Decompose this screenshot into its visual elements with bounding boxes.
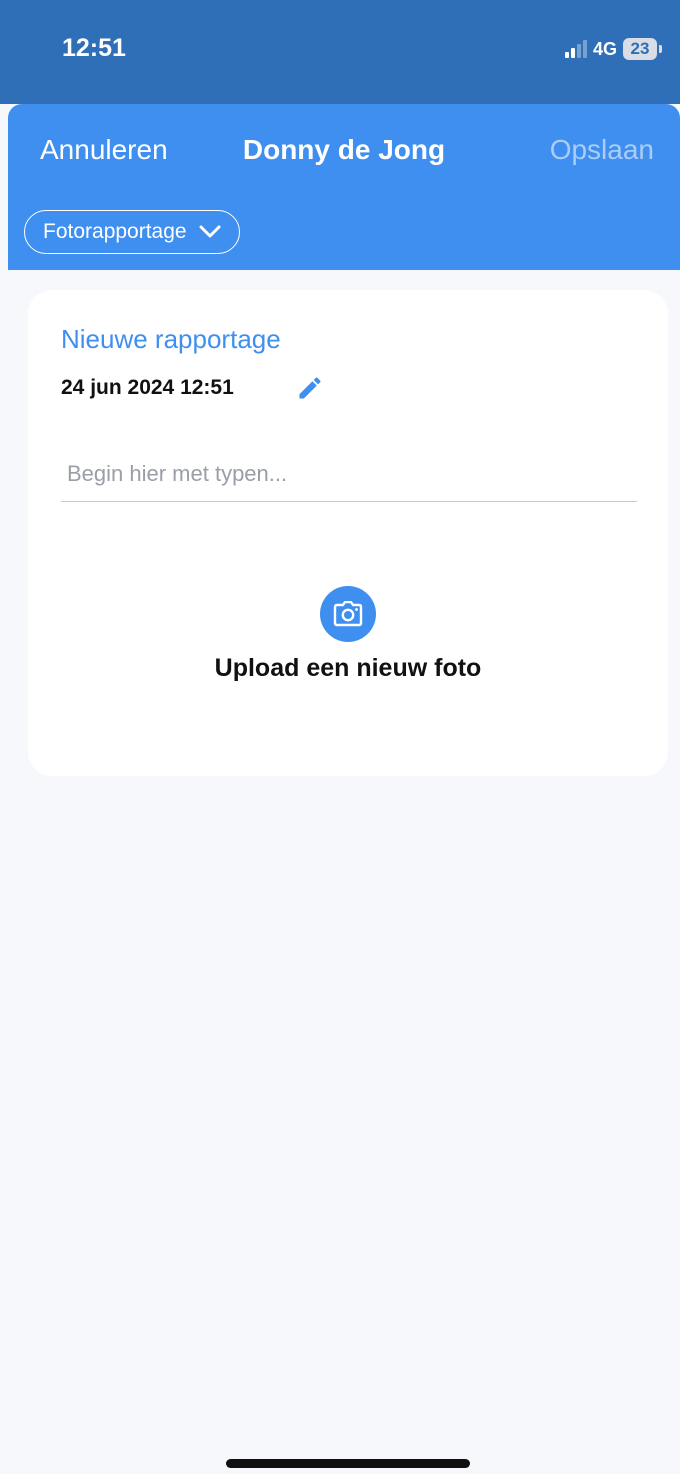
camera-icon <box>320 586 376 642</box>
pencil-icon[interactable] <box>296 374 324 402</box>
report-title: Nieuwe rapportage <box>61 324 281 354</box>
status-bar: 12:51 4G 23 <box>0 0 680 104</box>
report-card: Nieuwe rapportage 24 jun 2024 12:51 Uplo… <box>28 290 668 776</box>
report-datetime: 24 jun 2024 12:51 <box>61 376 234 399</box>
status-indicators: 4G 23 <box>564 36 662 62</box>
save-button[interactable]: Opslaan <box>550 134 654 166</box>
battery-icon: 23 <box>623 38 662 60</box>
report-type-label: Fotorapportage <box>43 220 187 243</box>
battery-level: 23 <box>623 38 657 60</box>
report-type-dropdown[interactable]: Fotorapportage <box>24 210 240 254</box>
home-indicator[interactable] <box>226 1459 470 1468</box>
cancel-button[interactable]: Annuleren <box>40 134 168 166</box>
network-type: 4G <box>592 38 617 59</box>
report-text-input[interactable] <box>61 446 637 502</box>
nav-header: Annuleren Donny de Jong Opslaan Fotorapp… <box>8 104 680 270</box>
status-time: 12:51 <box>62 34 126 62</box>
upload-photo-button[interactable]: Upload een nieuw foto <box>28 586 668 683</box>
upload-photo-label: Upload een nieuw foto <box>214 654 482 682</box>
report-sheet: Annuleren Donny de Jong Opslaan Fotorapp… <box>8 104 680 1474</box>
chevron-down-icon <box>199 225 221 238</box>
signal-strength-icon <box>564 40 587 58</box>
